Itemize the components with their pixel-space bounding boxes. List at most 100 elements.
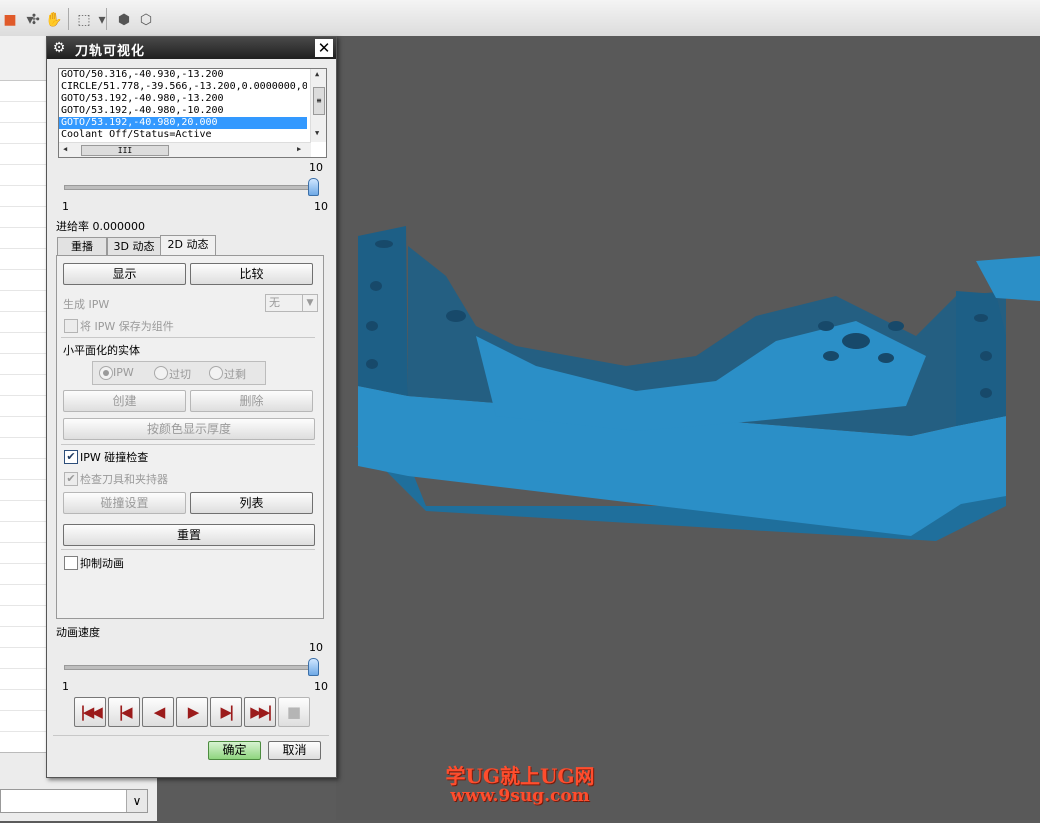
graphics-viewport[interactable] xyxy=(336,36,1040,820)
chevron-down-icon[interactable]: ∨ xyxy=(126,790,147,812)
radio-excess[interactable] xyxy=(209,366,223,380)
radio-ipw[interactable] xyxy=(99,366,113,380)
ok-button[interactable]: 确定 xyxy=(208,741,261,760)
scroll-down-icon[interactable]: ▼ xyxy=(315,129,319,137)
list-item[interactable] xyxy=(0,669,48,690)
scroll-right-icon[interactable]: ▶ xyxy=(297,145,301,153)
slider-max-label: 10 xyxy=(309,161,323,174)
select-tool-icon[interactable]: ✋ xyxy=(44,10,64,30)
gear-icon[interactable]: ⚙ xyxy=(51,40,67,56)
step-forward-button[interactable]: ▶| xyxy=(210,697,242,727)
list-item[interactable] xyxy=(0,81,48,102)
list-item[interactable] xyxy=(0,543,48,564)
list-item[interactable] xyxy=(0,375,48,396)
tab-2d-dynamic[interactable]: 2D 动态 xyxy=(160,235,216,256)
create-button[interactable]: 创建 xyxy=(63,390,186,412)
chevron-down-icon[interactable]: ▼ xyxy=(302,295,317,311)
list-item[interactable]: CIRCLE/51.778,-39.566,-13.200,0.0000000,… xyxy=(59,81,307,93)
list-item[interactable] xyxy=(0,480,48,501)
list-item[interactable]: GOTO/53.192,-40.980,-13.200 xyxy=(59,93,307,105)
list-item[interactable] xyxy=(0,711,48,732)
generate-ipw-value: 无 xyxy=(269,296,280,309)
list-item[interactable] xyxy=(0,627,48,648)
reset-button[interactable]: 重置 xyxy=(63,524,315,546)
list-item[interactable] xyxy=(0,291,48,312)
animation-speed-slider-thumb[interactable] xyxy=(308,658,319,676)
skip-to-start-button[interactable]: |◀◀ xyxy=(74,697,106,727)
list-button[interactable]: 列表 xyxy=(190,492,313,514)
radio-gouge[interactable] xyxy=(154,366,168,380)
list-item[interactable] xyxy=(0,102,48,123)
color-thickness-button[interactable]: 按颜色显示厚度 xyxy=(63,418,315,440)
compare-button[interactable]: 比较 xyxy=(190,263,313,285)
list-item[interactable] xyxy=(0,564,48,585)
cancel-button[interactable]: 取消 xyxy=(268,741,321,760)
toolbar-separator xyxy=(68,8,69,30)
vertical-scrollbar[interactable]: ▲ ≡ ▼ xyxy=(310,69,326,142)
slider-min-label: 1 xyxy=(62,200,69,213)
list-item[interactable] xyxy=(0,270,48,291)
display-button[interactable]: 显示 xyxy=(63,263,186,285)
list-item[interactable]: GOTO/53.192,-40.980,-10.200 xyxy=(59,105,307,117)
toolpath-listbox[interactable]: GOTO/50.316,-40.930,-13.200 CIRCLE/51.778… xyxy=(58,68,327,158)
dropdown-arrow-icon[interactable]: ▾ xyxy=(92,10,112,30)
list-item[interactable]: GOTO/53.192,-40.980,20.000 xyxy=(59,117,307,129)
scroll-left-icon[interactable]: ◀ xyxy=(63,145,67,153)
scroll-thumb[interactable]: III xyxy=(81,145,169,156)
collision-settings-button[interactable]: 碰撞设置 xyxy=(63,492,186,514)
list-item[interactable]: Coolant Off/Status=Active xyxy=(59,129,307,141)
list-item[interactable] xyxy=(0,249,48,270)
list-item[interactable] xyxy=(0,690,48,711)
solid-view-icon[interactable]: ⬢ xyxy=(114,10,134,30)
facet-section-title: 小平面化的实体 xyxy=(63,344,140,357)
animation-speed-slider-track[interactable] xyxy=(64,665,318,670)
list-item[interactable] xyxy=(0,207,48,228)
list-item[interactable] xyxy=(0,312,48,333)
list-item[interactable] xyxy=(0,417,48,438)
position-slider-track[interactable] xyxy=(64,185,318,190)
list-item[interactable] xyxy=(0,333,48,354)
toolbar-separator xyxy=(106,8,107,30)
check-tool-checkbox[interactable]: ✔ xyxy=(64,472,78,486)
list-item[interactable] xyxy=(0,186,48,207)
tab-replay[interactable]: 重播 xyxy=(57,237,107,256)
save-ipw-checkbox[interactable] xyxy=(64,319,78,333)
horizontal-scrollbar[interactable]: ◀ III ▶ xyxy=(59,142,311,157)
facet-radio-group: IPW 过切 过剩 xyxy=(92,361,266,385)
step-back-button[interactable]: |◀ xyxy=(108,697,140,727)
color-swatch-icon[interactable]: ■ xyxy=(0,10,20,30)
generate-ipw-select[interactable]: 无 ▼ xyxy=(265,294,318,312)
play-reverse-button[interactable]: ◀ xyxy=(142,697,174,727)
list-item[interactable]: GOTO/50.316,-40.930,-13.200 xyxy=(59,69,307,81)
position-slider-thumb[interactable] xyxy=(308,178,319,196)
skip-to-end-button[interactable]: ▶▶| xyxy=(244,697,276,727)
list-item[interactable] xyxy=(0,648,48,669)
list-item[interactable] xyxy=(0,123,48,144)
scroll-thumb[interactable]: ≡ xyxy=(313,87,325,115)
list-item[interactable] xyxy=(0,228,48,249)
ipw-collision-checkbox[interactable]: ✔ xyxy=(64,450,78,464)
box-select-icon[interactable]: ⬚ xyxy=(74,10,94,30)
cube-view-icon[interactable]: ⬡ xyxy=(136,10,156,30)
list-item[interactable] xyxy=(0,438,48,459)
snap-point-icon[interactable]: ✣ xyxy=(24,10,44,30)
stop-button[interactable]: ■ xyxy=(278,697,310,727)
list-item[interactable] xyxy=(0,144,48,165)
list-item[interactable] xyxy=(0,606,48,627)
list-item[interactable] xyxy=(0,354,48,375)
tab-3d-dynamic[interactable]: 3D 动态 xyxy=(107,237,161,256)
play-forward-button[interactable]: ▶ xyxy=(176,697,208,727)
list-item[interactable] xyxy=(0,585,48,606)
filter-combo[interactable]: ∨ xyxy=(0,789,148,813)
list-item[interactable] xyxy=(0,522,48,543)
list-item[interactable] xyxy=(0,396,48,417)
list-item[interactable] xyxy=(0,501,48,522)
list-item[interactable] xyxy=(0,732,48,753)
list-item[interactable] xyxy=(0,459,48,480)
slider-right-label: 10 xyxy=(314,200,328,213)
suppress-animation-checkbox[interactable] xyxy=(64,556,78,570)
delete-button[interactable]: 删除 xyxy=(190,390,313,412)
list-item[interactable] xyxy=(0,165,48,186)
scroll-up-icon[interactable]: ▲ xyxy=(315,70,319,78)
close-icon[interactable]: ✕ xyxy=(315,39,333,57)
